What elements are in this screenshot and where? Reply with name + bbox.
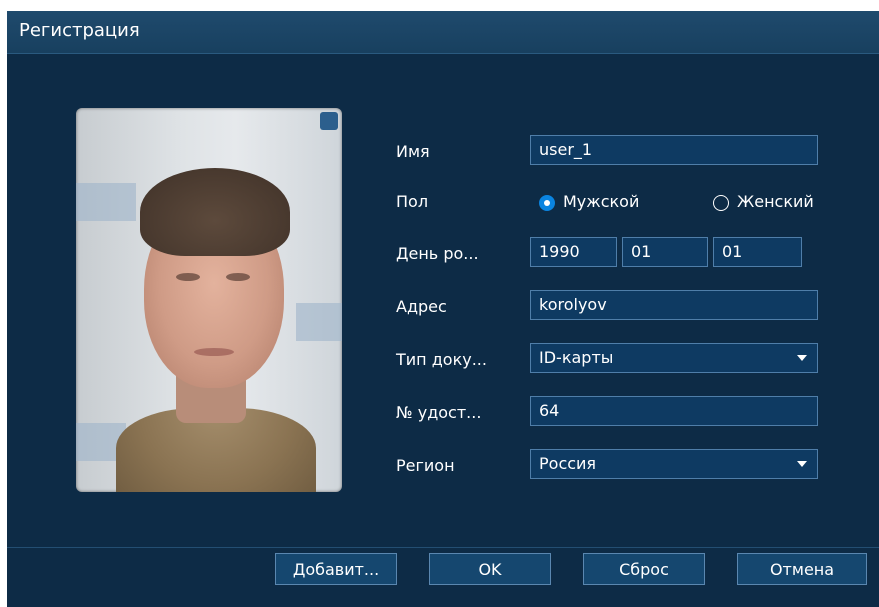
id-number-label: № удост... bbox=[396, 403, 482, 422]
address-label: Адрес bbox=[396, 297, 447, 316]
cancel-button[interactable]: Отмена bbox=[737, 553, 867, 585]
registration-dialog: Регистрация Имя user_1 Пол Мужской Женск… bbox=[7, 11, 879, 607]
id-number-input[interactable]: 64 bbox=[530, 396, 818, 426]
gender-label: Пол bbox=[396, 192, 429, 211]
region-select[interactable]: Россия bbox=[530, 449, 818, 479]
document-type-value: ID-карты bbox=[539, 348, 614, 367]
region-label: Регион bbox=[396, 456, 455, 475]
address-input[interactable]: korolyov bbox=[530, 290, 818, 320]
document-type-label: Тип доку... bbox=[396, 350, 487, 369]
ok-button[interactable]: OK bbox=[429, 553, 551, 585]
document-type-select[interactable]: ID-карты bbox=[530, 343, 818, 373]
dialog-title: Регистрация bbox=[19, 20, 140, 41]
reset-button[interactable]: Сброс bbox=[583, 553, 705, 585]
name-input[interactable]: user_1 bbox=[530, 135, 818, 165]
dropdown-arrow-icon bbox=[797, 461, 807, 467]
birthday-day-input[interactable]: 01 bbox=[713, 237, 802, 267]
photo-corner-icon bbox=[320, 112, 338, 130]
gender-female-label[interactable]: Женский bbox=[737, 192, 814, 211]
birthday-label: День ро... bbox=[396, 244, 479, 263]
face-photo bbox=[76, 108, 342, 492]
add-button[interactable]: Добавит... bbox=[275, 553, 397, 585]
region-value: Россия bbox=[539, 454, 597, 473]
gender-female-radio[interactable] bbox=[713, 195, 729, 211]
gender-male-label[interactable]: Мужской bbox=[563, 192, 639, 211]
birthday-month-input[interactable]: 01 bbox=[622, 237, 708, 267]
dropdown-arrow-icon bbox=[797, 355, 807, 361]
gender-male-radio[interactable] bbox=[539, 195, 555, 211]
title-bar: Регистрация bbox=[7, 11, 879, 54]
name-label: Имя bbox=[396, 142, 430, 161]
birthday-year-input[interactable]: 1990 bbox=[530, 237, 617, 267]
